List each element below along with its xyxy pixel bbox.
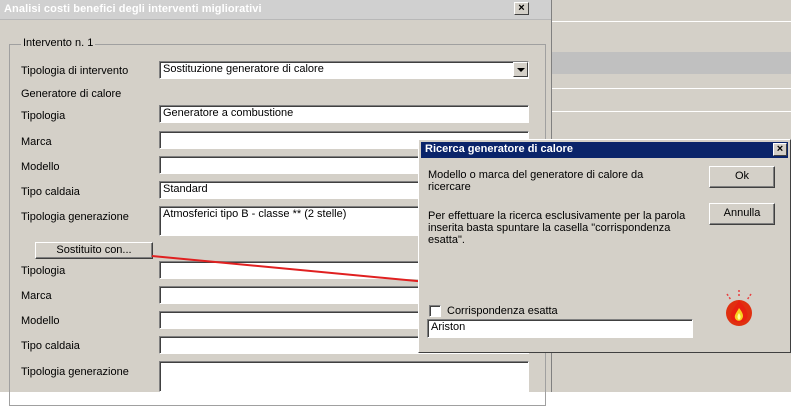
dialog-prompt: Modello o marca del generatore di calore…	[428, 169, 688, 193]
ok-button[interactable]: Ok	[709, 166, 775, 188]
dialog-info-line2: inserita basta spuntare la casella "corr…	[428, 222, 671, 234]
dialog-close-button[interactable]: ×	[773, 143, 787, 156]
close-icon: ×	[776, 143, 784, 155]
dialog-prompt-line2: ricercare	[428, 181, 471, 193]
dialog-info-line1: Per effettuare la ricerca esclusivamente…	[428, 210, 686, 222]
search-input[interactable]: Ariston	[427, 319, 693, 338]
dialog-info: Per effettuare la ricerca esclusivamente…	[428, 210, 703, 246]
exact-match-checkbox[interactable]	[429, 305, 441, 317]
dialog-titlebar: Ricerca generatore di calore ×	[421, 142, 788, 158]
search-dialog: Ricerca generatore di calore × Modello o…	[418, 139, 791, 353]
dialog-title: Ricerca generatore di calore	[425, 143, 573, 155]
flame-icon	[726, 290, 752, 326]
dialog-prompt-line1: Modello o marca del generatore di calore…	[428, 169, 644, 181]
annulla-button[interactable]: Annulla	[709, 203, 775, 225]
exact-match-label: Corrispondenza esatta	[447, 305, 558, 317]
dialog-info-line3: esatta".	[428, 234, 465, 246]
annotation-arrow-line	[151, 255, 439, 284]
